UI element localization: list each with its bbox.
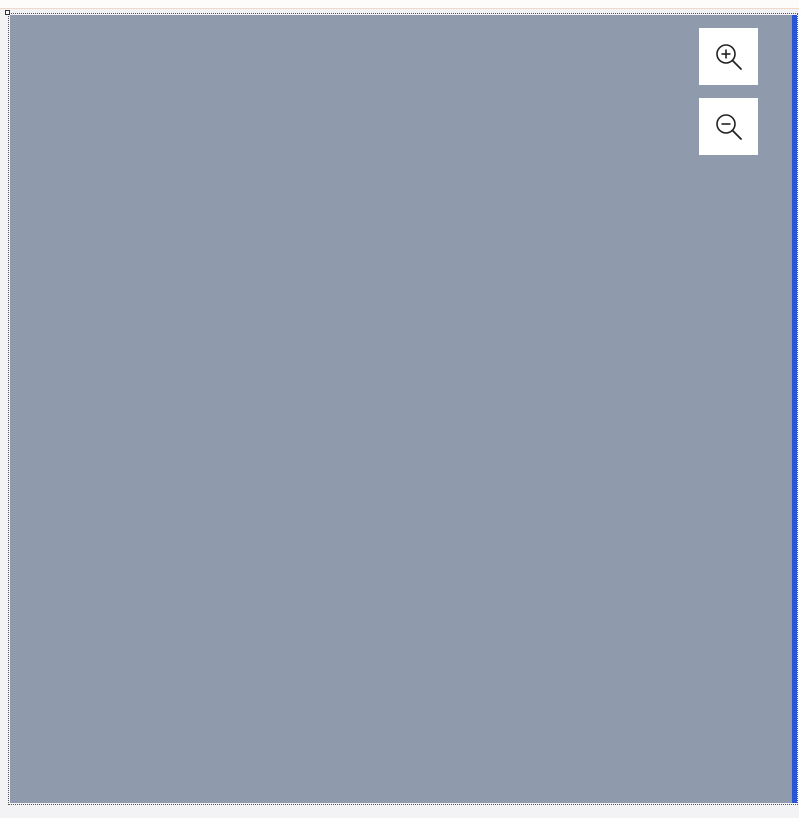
- top-strip: [0, 0, 799, 9]
- zoom-out-icon: [713, 111, 745, 143]
- selection-handle[interactable]: [5, 10, 10, 15]
- zoom-out-button[interactable]: [699, 98, 758, 155]
- zoom-in-icon: [713, 41, 745, 73]
- zoom-in-button[interactable]: [699, 28, 758, 85]
- selection-frame: [8, 13, 798, 805]
